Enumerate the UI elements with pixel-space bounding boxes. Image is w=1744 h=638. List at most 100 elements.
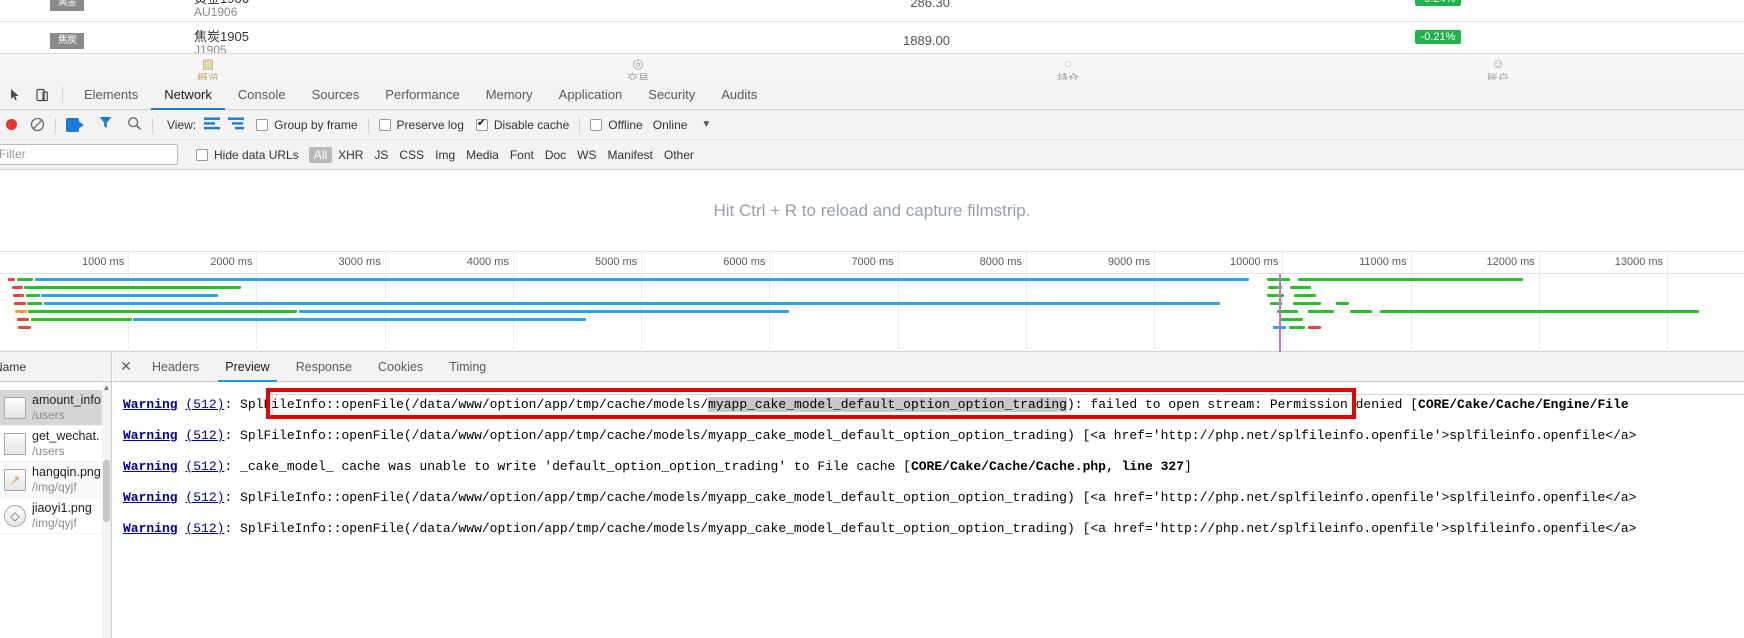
warning-label: Warning [123, 397, 178, 412]
list-item[interactable]: ↗ hangqin.png /img/qyjf [0, 462, 111, 498]
detail-tab-cookies[interactable]: Cookies [365, 352, 436, 382]
waterfall-view-icon[interactable] [228, 117, 245, 132]
warning-source-path: CORE/Cake/Cache/Engine/File [1418, 397, 1629, 412]
group-by-frame-checkbox[interactable]: Group by frame [256, 117, 358, 132]
device-toolbar-icon[interactable] [30, 83, 54, 107]
timeline-gridline [1667, 252, 1669, 352]
tab-application[interactable]: Application [546, 80, 636, 110]
devtools-tabstrip: Elements Network Console Sources Perform… [0, 80, 1744, 110]
capture-screenshots-icon[interactable] [66, 117, 84, 132]
tab-console[interactable]: Console [225, 80, 299, 110]
quote-code: AU1906 [194, 5, 238, 19]
warning-label: Warning [123, 459, 178, 474]
checkbox-box[interactable] [590, 118, 603, 131]
waterfall-bar [1293, 294, 1316, 297]
waterfall-bar [1379, 310, 1700, 313]
divider [152, 116, 153, 133]
request-path: /users [32, 407, 65, 422]
chevron-down-icon[interactable]: ▼ [701, 119, 711, 130]
timeline-tick-label: 8000 ms [979, 256, 1022, 268]
selection-marker[interactable] [1278, 274, 1281, 352]
scroll-up-arrow-icon[interactable]: ▲ [102, 383, 111, 392]
clear-icon[interactable] [29, 117, 45, 133]
timeline-tick-label: 12000 ms [1486, 256, 1535, 268]
detail-tab-timing[interactable]: Timing [436, 352, 499, 382]
waterfall-bar [1281, 318, 1303, 321]
warning-line: Warning (512): _cake_model_ cache was un… [123, 459, 1192, 474]
waterfall-bar [16, 318, 30, 321]
warning-code: (512) [185, 521, 225, 536]
filter-type-xhr[interactable]: XHR [333, 147, 368, 163]
divider [579, 116, 581, 133]
network-lower-pane: Name amount_info /users get_wechat. /use… [0, 352, 1744, 638]
detail-tab-preview[interactable]: Preview [212, 352, 282, 382]
tab-elements[interactable]: Elements [71, 80, 151, 110]
preserve-log-checkbox[interactable]: Preserve log [378, 118, 464, 132]
hide-data-urls-checkbox[interactable]: Hide data URLs [196, 148, 299, 162]
filter-type-css[interactable]: CSS [394, 147, 429, 163]
list-view-icon[interactable] [204, 117, 221, 132]
timeline-tick-label: 6000 ms [723, 256, 766, 268]
filter-type-js[interactable]: JS [369, 147, 393, 163]
checkbox-box[interactable] [256, 118, 269, 131]
waterfall-bar [1288, 326, 1306, 329]
filter-type-font[interactable]: Font [505, 147, 539, 163]
record-button[interactable] [6, 119, 17, 130]
throttling-select[interactable]: Online [653, 118, 688, 132]
list-item[interactable]: amount_info /users [0, 390, 111, 426]
name-column-header[interactable]: Name [0, 352, 112, 382]
detail-tab-response[interactable]: Response [283, 352, 365, 382]
trading-app-remnant: 黄金 黄金1906 AU1906 286.30 -0.24% 焦炭 焦炭1905… [0, 0, 1744, 85]
tab-audits[interactable]: Audits [708, 80, 770, 110]
warning-code: (512) [185, 397, 225, 412]
request-name: amount_info [32, 392, 101, 407]
tab-network[interactable]: Network [151, 80, 225, 110]
filter-type-manifest[interactable]: Manifest [603, 147, 658, 163]
waterfall-bar [7, 278, 16, 281]
detail-tabstrip: ✕ Headers Preview Response Cookies Timin… [113, 352, 1744, 382]
network-filter-bar: Filter Hide data URLs All XHR JS CSS Img… [0, 140, 1744, 170]
filter-type-ws[interactable]: WS [572, 147, 601, 163]
wallet-icon: ◌ [1064, 56, 1072, 71]
waterfall-bar [28, 310, 298, 313]
close-icon[interactable]: ✕ [113, 358, 139, 375]
checkbox-box[interactable] [475, 116, 488, 131]
document-icon [4, 432, 26, 455]
tab-sources[interactable]: Sources [299, 80, 373, 110]
request-list-scrollbar[interactable]: ▲ [102, 382, 111, 638]
tab-security[interactable]: Security [635, 80, 708, 110]
waterfall-bar [1290, 286, 1311, 289]
filter-type-other[interactable]: Other [659, 147, 699, 163]
request-name: hangqin.png [32, 464, 101, 479]
filter-type-doc[interactable]: Doc [540, 147, 571, 163]
warning-text: : SplFileInfo::openFile(/data/www/option… [224, 490, 1091, 505]
filter-type-media[interactable]: Media [461, 147, 504, 163]
disable-cache-checkbox[interactable]: Disable cache [475, 116, 569, 132]
filter-input[interactable]: Filter [0, 144, 178, 165]
timeline-tick-label: 9000 ms [1107, 256, 1151, 268]
annotation-red-box [266, 388, 1356, 419]
offline-checkbox[interactable]: Offline [590, 118, 643, 132]
list-item[interactable]: get_wechat. /users [0, 426, 111, 462]
quote-logo: 焦炭 [50, 33, 84, 49]
quote-row[interactable]: 黄金 黄金1906 AU1906 286.30 -0.24% [0, 0, 1744, 22]
inspect-element-icon[interactable] [3, 83, 27, 107]
waterfall-bar [1308, 310, 1334, 313]
filter-icon[interactable] [98, 115, 113, 134]
filter-type-all[interactable]: All [308, 146, 333, 163]
filmstrip-panel: Hit Ctrl + R to reload and capture films… [0, 170, 1744, 252]
network-overview-chart[interactable]: 1000 ms 2000 ms 3000 ms 4000 ms 5000 ms 6000 … [0, 252, 1744, 352]
tab-memory[interactable]: Memory [473, 80, 546, 110]
group-by-frame-label: Group by frame [274, 117, 358, 132]
list-item[interactable]: ◇ jiaoyi1.png /img/qyjf [0, 498, 111, 534]
timeline-tick-label: 10000 ms [1230, 256, 1279, 268]
request-list[interactable]: amount_info /users get_wechat. /users ↗ … [0, 382, 112, 638]
filter-type-img[interactable]: Img [430, 147, 460, 163]
scrollbar-thumb[interactable] [103, 460, 110, 522]
detail-tab-headers[interactable]: Headers [139, 352, 212, 382]
search-icon[interactable] [127, 116, 142, 134]
checkbox-box[interactable] [378, 118, 391, 131]
checkbox-box[interactable] [196, 148, 208, 161]
preview-content[interactable]: Warning (512): SplFileInfo::openFile(/da… [113, 383, 1744, 638]
tab-performance[interactable]: Performance [372, 80, 472, 110]
